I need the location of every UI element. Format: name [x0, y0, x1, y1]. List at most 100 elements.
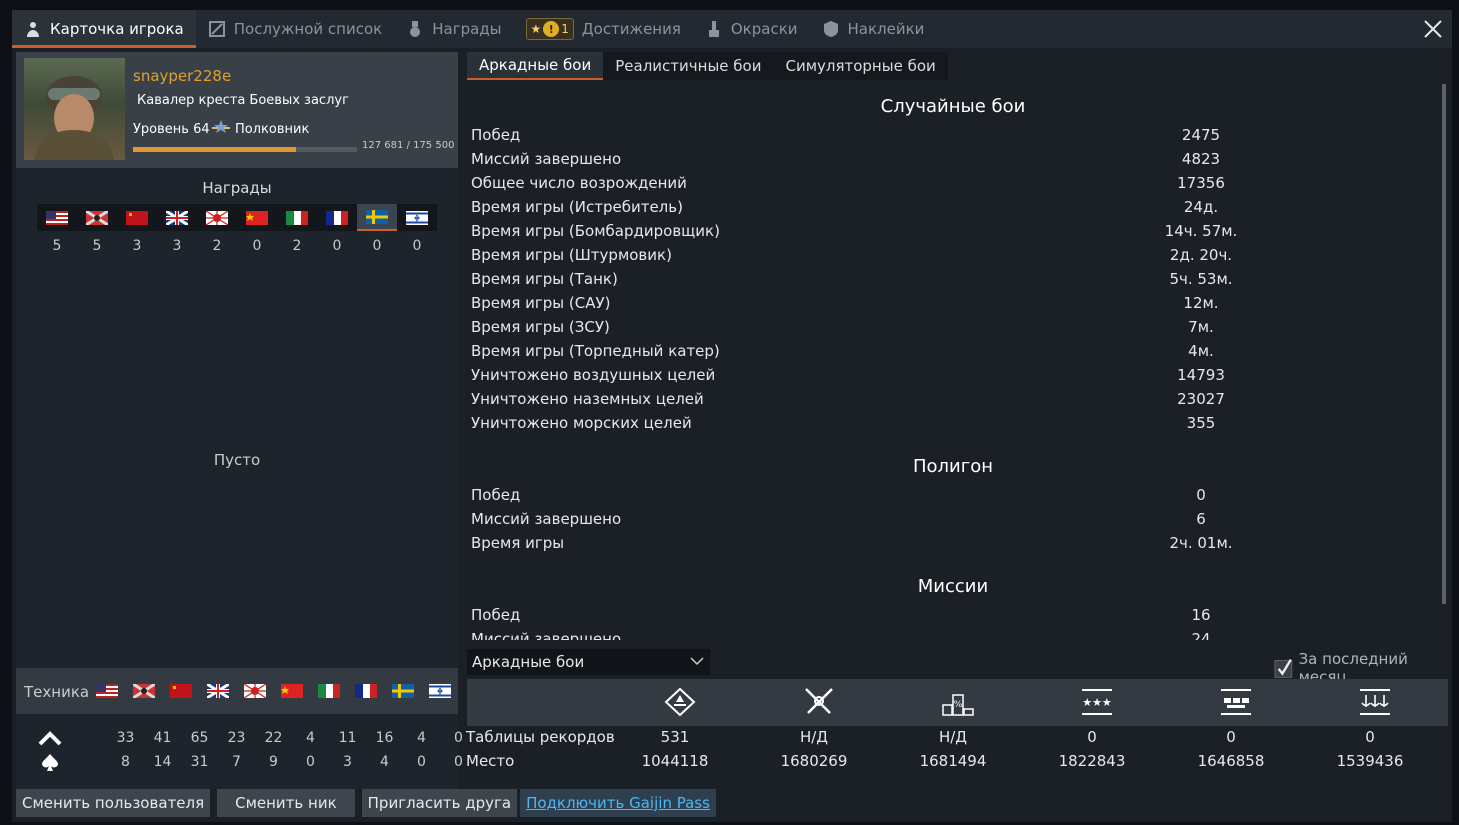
- avatar[interactable]: [24, 58, 125, 160]
- stat-row: Уничтожено наземных целей 23027: [471, 390, 1431, 414]
- leaderboard-row-label: Таблицы рекордов: [466, 728, 615, 746]
- awards-nation-ussr[interactable]: [117, 204, 157, 231]
- section-title-polygon: Полигон: [913, 456, 993, 477]
- vehicles-nation-italy[interactable]: [310, 677, 347, 704]
- vehicles-count: 9: [269, 754, 278, 770]
- naval-kills-icon[interactable]: [1356, 687, 1394, 717]
- tab-arcade[interactable]: Аркадные бои: [467, 52, 604, 80]
- vehicles-nation-germany[interactable]: [125, 677, 162, 704]
- bottom-buttons: Сменить пользователя Сменить ник Приглас…: [16, 789, 716, 817]
- vehicles-count: 33: [116, 730, 135, 746]
- tab-paints[interactable]: Окраски: [693, 10, 810, 48]
- awards-count: 0: [372, 238, 382, 254]
- stat-label: Миссий завершено: [471, 630, 622, 640]
- stat-value: 24: [1191, 630, 1211, 640]
- leaderboard-cell: 1680269: [780, 752, 848, 770]
- flag-sweden-icon: [391, 683, 414, 698]
- stat-row: Уничтожено морских целей 355: [471, 414, 1431, 438]
- vehicles-nation-britain[interactable]: [199, 677, 236, 704]
- stat-label: Миссий завершено: [471, 150, 622, 168]
- stat-label: Время игры: [471, 534, 565, 552]
- close-icon[interactable]: [1420, 16, 1446, 42]
- leaderboard-mode-select[interactable]: Аркадные бои: [467, 649, 710, 675]
- vehicles-nation-usa[interactable]: [88, 677, 125, 704]
- awards-empty-label: Пусто: [213, 451, 261, 469]
- awards-nation-germany[interactable]: [77, 204, 117, 231]
- awards-nation-china[interactable]: [237, 204, 277, 231]
- gaijin-pass-link[interactable]: Подключить Gaijin Pass: [520, 789, 716, 817]
- stat-value: 2ч. 01м.: [1169, 534, 1233, 552]
- vehicles-count: 14: [153, 754, 172, 770]
- stats-panel: Аркадные бои Реалистичные бои Симуляторн…: [462, 52, 1450, 789]
- stat-label: Миссий завершено: [471, 510, 622, 528]
- vehicles-count: 4: [417, 730, 426, 746]
- profile-header: snayper228e Кавалер креста Боевых заслуг…: [16, 52, 458, 168]
- player-title[interactable]: Кавалер креста Боевых заслуг: [137, 93, 349, 108]
- profile-window: Карточка игрока Послужной список Награды…: [12, 10, 1452, 822]
- vehicles-nation-israel[interactable]: [421, 677, 458, 704]
- air-kills-icon[interactable]: ★★★: [1078, 687, 1116, 717]
- tab-realistic[interactable]: Реалистичные бои: [603, 52, 774, 80]
- tab-achievements[interactable]: ★ ! 1 Достижения: [514, 10, 693, 48]
- awards-nation-usa[interactable]: [37, 204, 77, 231]
- stat-value: 5ч. 53м.: [1169, 270, 1233, 288]
- stats-list[interactable]: Случайные бои Побед 2475 Миссий завершено 4…: [467, 84, 1439, 640]
- crossed-swords-icon[interactable]: [800, 687, 838, 717]
- stat-value: 17356: [1177, 174, 1225, 192]
- invite-friend-button[interactable]: Пригласить друга: [361, 789, 518, 817]
- leaderboard-cell: 0: [1365, 728, 1375, 746]
- vehicles-nation-france[interactable]: [347, 677, 384, 704]
- tab-label: Награды: [432, 20, 502, 38]
- alert-icon: !: [543, 21, 560, 37]
- tab-player-card[interactable]: Карточка игрока: [12, 10, 196, 48]
- svg-text:★★★: ★★★: [1082, 696, 1112, 709]
- tab-service-record[interactable]: Послужной список: [196, 10, 394, 48]
- stat-row: Побед 0: [471, 486, 1431, 510]
- stat-label: Время игры (Штурмовик): [471, 246, 672, 264]
- stat-value: 4823: [1181, 150, 1221, 168]
- flag-sweden-icon: [366, 209, 388, 224]
- leaderboard-cell: 1822843: [1058, 752, 1126, 770]
- ground-kills-icon[interactable]: [1217, 687, 1255, 717]
- vehicles-count: 4: [306, 730, 315, 746]
- flag-italy-icon: [286, 210, 308, 225]
- stats-scrollbar[interactable]: [1442, 84, 1446, 604]
- vehicles-nation-ussr[interactable]: [162, 677, 199, 704]
- vehicles-nation-japan[interactable]: [236, 677, 273, 704]
- vehicles-nation-sweden[interactable]: [384, 677, 421, 704]
- awards-count: 2: [292, 238, 302, 254]
- tab-simulator[interactable]: Симуляторные бои: [773, 52, 948, 80]
- awards-nation-france[interactable]: [317, 204, 357, 231]
- awards-nation-sweden[interactable]: [357, 204, 397, 231]
- tab-awards[interactable]: Награды: [394, 10, 513, 48]
- leaderboard-cell: 1646858: [1197, 752, 1265, 770]
- stat-row: Миссий завершено 4823: [471, 150, 1431, 174]
- awards-nation-britain[interactable]: [157, 204, 197, 231]
- stat-label: Уничтожено морских целей: [471, 414, 692, 432]
- arcade-score-icon[interactable]: [661, 687, 699, 717]
- flag-usa-icon: [46, 210, 68, 225]
- vehicles-count: 0: [306, 754, 315, 770]
- badge-count: 1: [561, 22, 569, 36]
- leaderboard-cell: 0: [1226, 728, 1236, 746]
- vehicles-nation-china[interactable]: [273, 677, 310, 704]
- awards-nation-japan[interactable]: [197, 204, 237, 231]
- player-nickname: snayper228e: [133, 67, 232, 85]
- awards-nation-israel[interactable]: [397, 204, 437, 231]
- stat-label: Побед: [471, 126, 521, 144]
- leaderboard-cell: 531: [660, 728, 690, 746]
- stat-row: Уничтожено воздушных целей 14793: [471, 366, 1431, 390]
- change-nick-button[interactable]: Сменить ник: [217, 789, 355, 817]
- flag-china-icon: [246, 210, 268, 225]
- checkbox-icon[interactable]: [1274, 657, 1295, 679]
- tab-decals[interactable]: Наклейки: [810, 10, 937, 48]
- tab-label: Послужной список: [233, 20, 383, 38]
- change-user-button[interactable]: Сменить пользователя: [16, 789, 211, 817]
- awards-nation-italy[interactable]: [277, 204, 317, 231]
- winrate-icon[interactable]: %: [939, 687, 977, 717]
- stat-value: 2д. 20ч.: [1169, 246, 1233, 264]
- stat-value: 6: [1196, 510, 1206, 528]
- stat-value: 355: [1186, 414, 1216, 432]
- vehicles-count: 8: [121, 754, 130, 770]
- tab-label: Наклейки: [847, 20, 925, 38]
